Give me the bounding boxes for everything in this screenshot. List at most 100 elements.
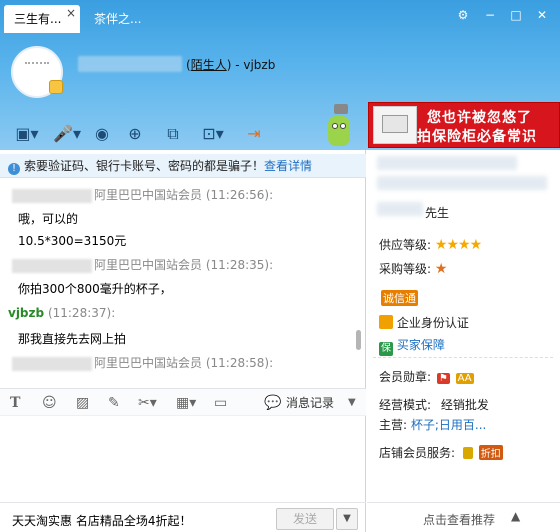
trust-badge-label: 诚信通 [381,290,418,306]
main-products-link[interactable]: 杯子;日用百... [411,418,487,432]
chat-bubble-icon: 💬 [264,395,282,411]
message-body: 哦，可以的 [18,212,79,226]
image-icon[interactable]: ▨ [76,393,89,413]
sender-redacted [12,188,92,203]
chat-pane: ! 索要验证码、银行卡账号、密码的都是骗子！查看详情 阿里巴巴中国站会员 (11:… [0,150,366,532]
message-header: 阿里巴巴中国站会员 (11:28:35): [12,256,273,273]
verified-icon [379,315,393,329]
business-value: 经销批发 [440,398,489,412]
contact-relation: (陌生人) - vjbzb [186,56,275,73]
supply-label: 供应等级: [379,238,432,252]
chevron-up-icon[interactable]: ▲ [511,509,520,523]
buyer-protection-label: 买家保障 [396,338,445,352]
chat-header: 三生有... × 茶伴之... ⚙ − □ ✕ (陌生人) - vjbzb ▣▾… [0,0,560,150]
ad-subline: 拍保险柜必备常识 [417,129,537,145]
supply-level: 供应等级: ★★★★ [379,236,483,253]
lock-icon [462,447,473,459]
business-label: 经营模式: [379,398,432,412]
ad-headline: 您也许被忽悠了 [427,110,532,126]
contact-info-pane: 先生 供应等级: ★★★★ 采购等级: ★ 诚信通 企业身份认证 保 买家保障 … [367,150,560,532]
edit-pen-icon[interactable] [49,80,63,94]
scrollbar-thumb[interactable] [356,330,361,350]
view-details-link[interactable]: 查看详情 [264,159,312,173]
file-transfer-icon[interactable]: ⇥ [244,122,264,146]
screen-icon[interactable]: ▭ [214,393,227,413]
star-icon: ★ [434,261,448,277]
main-products: 主营: 杯子;日用百... [379,416,486,433]
trust-badge[interactable]: 诚信通 [379,290,418,306]
business-model: 经营模式: 经销批发 [379,396,489,413]
medal-icon: AA [455,373,474,384]
redacted-text [377,156,517,170]
contact-name-redacted [78,56,182,72]
avatar[interactable] [11,46,63,98]
warning-text: 索要验证码、银行卡账号、密码的都是骗子！ [24,159,265,173]
mascot-icon[interactable] [326,104,352,146]
divider [373,357,553,358]
maximize-icon[interactable]: □ [507,6,525,24]
minimize-icon[interactable]: − [481,6,499,24]
video-camera-icon[interactable]: ◉ [92,122,112,146]
message-header: 阿里巴巴中国站会员 (11:26:56): [12,186,273,203]
message-body: 那我直接先去网上拍 [18,332,127,346]
member-medals: 会员勋章: ⚑ AA [379,368,474,385]
microphone-icon[interactable]: 🎤▾ [52,122,82,146]
edit-icon[interactable]: ✎ [108,393,120,413]
screenshot-icon[interactable]: ▣▾ [12,122,42,146]
separator-text: ) - [226,58,244,72]
purchase-level: 采购等级: ★ [379,260,448,277]
recommend-link[interactable]: 点击查看推荐 [423,511,495,528]
info-icon: ! [8,163,20,175]
emoji-icon[interactable]: ☺ [42,393,57,413]
add-contact-icon[interactable]: ⊕ [124,122,146,146]
share-screen-icon[interactable]: ⧉ [162,122,184,146]
avatar-placeholder-icon [25,62,49,65]
recommend-footer[interactable]: 点击查看推荐 ▲ [367,502,560,532]
remote-assist-icon[interactable]: ⊡▾ [198,122,228,146]
chat-footer: 天天淘实惠 名店精品全场4折起！ 发送 ▼ [0,502,366,532]
send-button[interactable]: 发送 [276,508,334,530]
discount-badge[interactable]: 折扣 [478,445,503,460]
buyer-protection[interactable]: 保 买家保障 [379,336,445,356]
main-label: 主营: [379,418,408,432]
star-icon: ★ [469,237,483,253]
message-record-button[interactable]: 💬 消息记录 [264,393,344,413]
medal-label: 会员勋章: [379,370,432,384]
redacted-name [377,202,423,216]
tab-label: 茶伴之... [94,12,142,26]
message-input[interactable] [0,417,366,501]
identity-verified[interactable]: 企业身份认证 [379,314,469,331]
service-label: 店铺会员服务: [379,446,456,460]
message-header: vjbzb (11:28:37): [8,306,116,320]
message-record-label: 消息记录 [286,396,335,410]
safe-image-icon [373,106,417,144]
chevron-down-icon[interactable]: ▼ [348,393,356,413]
footer-ad-link[interactable]: 天天淘实惠 名店精品全场4折起！ [12,512,191,529]
medal-icon: ⚑ [436,373,450,384]
calculator-icon[interactable]: ▦▾ [176,393,196,413]
input-toolbar: T ☺ ▨ ✎ ✂▾ ▦▾ ▭ 💬 消息记录 ▼ [0,388,366,416]
security-warning: ! 索要验证码、银行卡账号、密码的都是骗子！查看详情 [0,154,366,178]
tab-label: 三生有... [14,12,62,26]
send-options-button[interactable]: ▼ [336,508,358,530]
tab-active-chat[interactable]: 三生有... × [4,5,80,33]
sender-redacted [12,258,92,273]
font-icon[interactable]: T [10,393,20,413]
contact-suffix: 先生 [425,206,450,220]
redacted-text [377,176,547,190]
settings-gear-icon[interactable]: ⚙ [454,6,472,24]
sender-redacted [12,356,92,371]
stranger-link[interactable]: 陌生人 [191,58,227,72]
identity-label: 企业身份认证 [396,316,469,330]
safe-ad-banner[interactable]: 您也许被忽悠了 拍保险柜必备常识 [368,102,560,148]
message-body: 10.5*300=3150元 [18,234,127,248]
contact-username: vjbzb [243,58,276,72]
scissors-icon[interactable]: ✂▾ [138,393,157,413]
shop-services: 店铺会员服务: 折扣 [379,444,503,461]
tab-close-icon[interactable]: × [66,0,76,27]
purchase-label: 采购等级: [379,262,432,276]
message-list[interactable]: 阿里巴巴中国站会员 (11:26:56): 哦，可以的 10.5*300=315… [0,180,366,382]
shield-icon: 保 [379,342,393,356]
tab-chat-2[interactable]: 茶伴之... [84,5,170,33]
close-window-icon[interactable]: ✕ [533,6,551,24]
